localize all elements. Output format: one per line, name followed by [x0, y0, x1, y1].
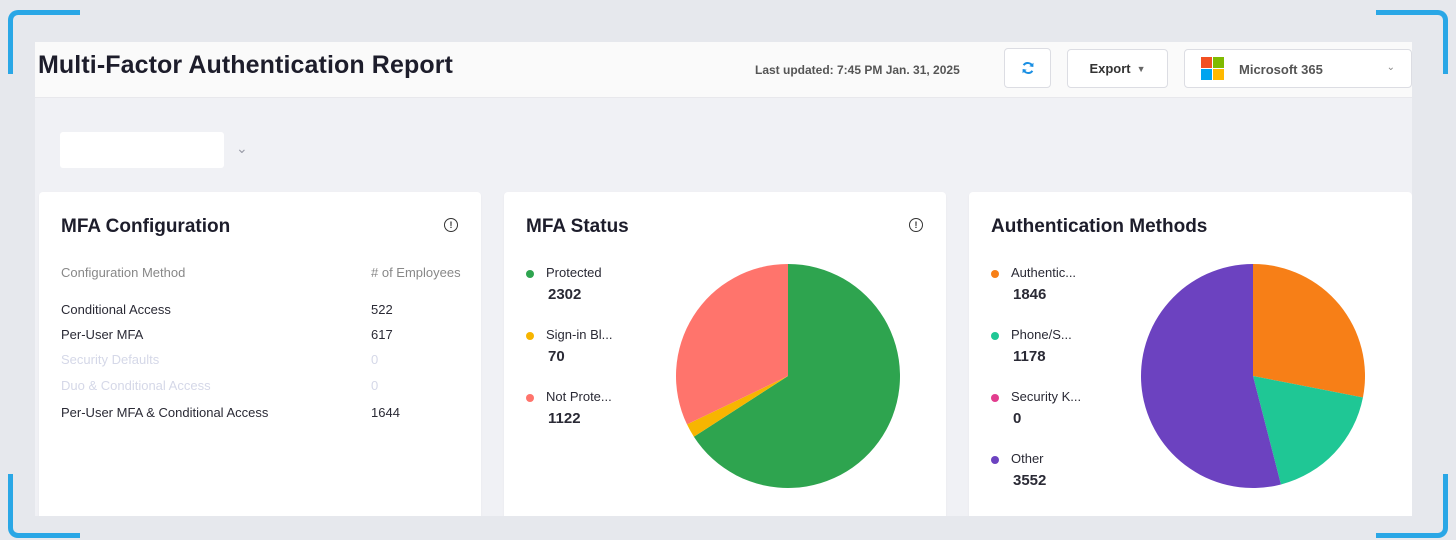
column-header-method: Configuration Method: [61, 265, 186, 280]
legend-dot: [991, 456, 999, 464]
legend-dot: [991, 270, 999, 278]
legend-label: Security K...: [1011, 389, 1082, 404]
legend-label: Phone/S...: [1011, 327, 1072, 342]
legend-dot: [526, 394, 534, 402]
mfa-configuration-card: MFA Configuration ! Configuration Method…: [39, 192, 481, 516]
authentication-methods-card: Authentication Methods Authentic... 1846…: [969, 192, 1412, 516]
legend-label: Authentic...: [1011, 265, 1077, 280]
microsoft-logo-icon: [1201, 57, 1224, 80]
card-title: MFA Status: [526, 216, 629, 237]
card-title: Authentication Methods: [991, 216, 1208, 237]
employee-count: 617: [371, 327, 393, 342]
legend-value: 70: [548, 348, 565, 365]
refresh-icon: [1022, 62, 1033, 74]
legend-value: 2302: [548, 286, 582, 303]
table-row: Security Defaults 0: [61, 352, 481, 372]
legend-dot: [991, 394, 999, 402]
last-updated-text: Last updated: 7:45 PM Jan. 31, 2025: [755, 63, 960, 77]
app-window: Multi-Factor Authentication Report Last …: [35, 42, 1412, 516]
legend-label: Other: [1011, 451, 1044, 466]
table-row: Per-User MFA 617: [61, 327, 481, 347]
table-row: Conditional Access 522: [61, 302, 481, 322]
legend-value: 1178: [1013, 348, 1046, 365]
refresh-button[interactable]: [1004, 48, 1051, 88]
config-method: Conditional Access: [61, 302, 171, 317]
employee-count: 522: [371, 302, 393, 317]
info-icon[interactable]: !: [444, 218, 458, 232]
config-method: Security Defaults: [61, 352, 160, 367]
export-button[interactable]: Export ▼: [1067, 49, 1168, 88]
employee-count: 0: [371, 378, 379, 393]
legend-value: 3552: [1013, 472, 1047, 489]
legend-label: Protected: [546, 265, 602, 280]
chevron-down-icon: ▼: [1136, 63, 1146, 74]
page-title: Multi-Factor Authentication Report: [38, 51, 453, 79]
column-header-employees: # of Employees: [371, 265, 461, 280]
employee-count: 1644: [371, 405, 400, 420]
legend-label: Not Prote...: [546, 389, 612, 404]
filter-dropdown[interactable]: [60, 132, 224, 168]
legend-dot: [526, 270, 534, 278]
export-label: Export: [1089, 61, 1131, 76]
config-method: Per-User MFA: [61, 327, 144, 342]
tenant-select[interactable]: Microsoft 365 ⌄: [1184, 49, 1412, 88]
mfa-status-pie-chart: [676, 264, 900, 488]
config-method: Duo & Conditional Access: [61, 378, 211, 393]
employee-count: 0: [371, 352, 379, 367]
legend-value: 1846: [1013, 286, 1047, 303]
chevron-down-icon[interactable]: ⌄: [236, 140, 248, 157]
legend-label: Sign-in Bl...: [546, 327, 613, 342]
config-method: Per-User MFA & Conditional Access: [61, 405, 269, 420]
table-row: Duo & Conditional Access 0: [61, 378, 481, 398]
chevron-down-icon: ⌄: [1386, 62, 1395, 73]
card-title: MFA Configuration: [61, 216, 231, 237]
header-bar: Multi-Factor Authentication Report Last …: [35, 42, 1412, 98]
tenant-label: Microsoft 365: [1239, 62, 1323, 77]
legend-dot: [991, 332, 999, 340]
legend-dot: [526, 332, 534, 340]
mfa-status-card: MFA Status ! Protected 2302 Sign-in Bl..…: [504, 192, 946, 516]
table-row: Per-User MFA & Conditional Access 1644: [61, 405, 481, 425]
legend-value: 0: [1013, 410, 1022, 427]
legend-value: 1122: [548, 410, 581, 427]
pie-slice-authentic[interactable]: [1253, 264, 1365, 398]
info-icon[interactable]: !: [909, 218, 923, 232]
authentication-methods-pie-chart: [1141, 264, 1365, 488]
